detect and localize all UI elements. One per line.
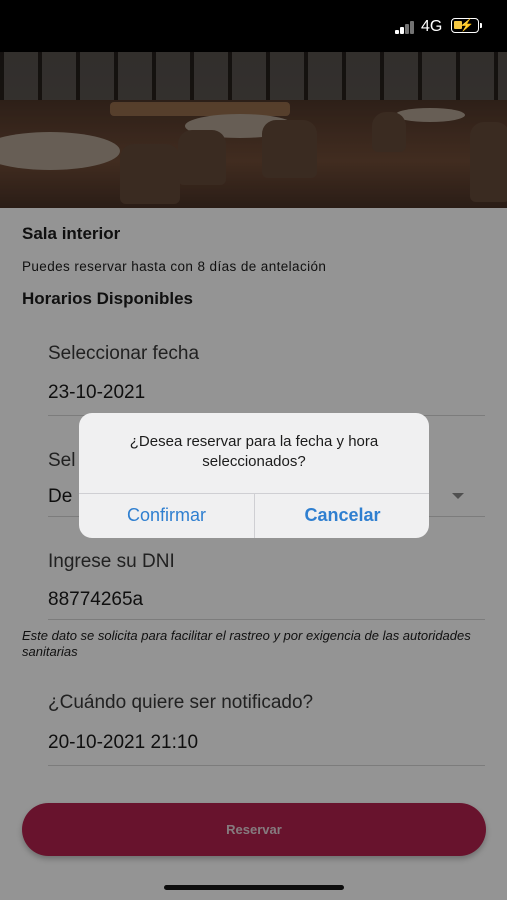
- confirm-dialog: ¿Desea reservar para la fecha y hora sel…: [79, 413, 429, 538]
- network-type: 4G: [421, 18, 443, 35]
- dialog-message: ¿Desea reservar para la fecha y hora sel…: [129, 433, 379, 470]
- confirm-button[interactable]: Confirmar: [79, 493, 254, 538]
- home-indicator[interactable]: [164, 885, 344, 890]
- cancel-button[interactable]: Cancelar: [255, 493, 429, 538]
- signal-icon: [395, 21, 417, 34]
- status-bar: 4G ⚡: [0, 0, 507, 52]
- battery-charging-icon: ⚡: [451, 18, 479, 33]
